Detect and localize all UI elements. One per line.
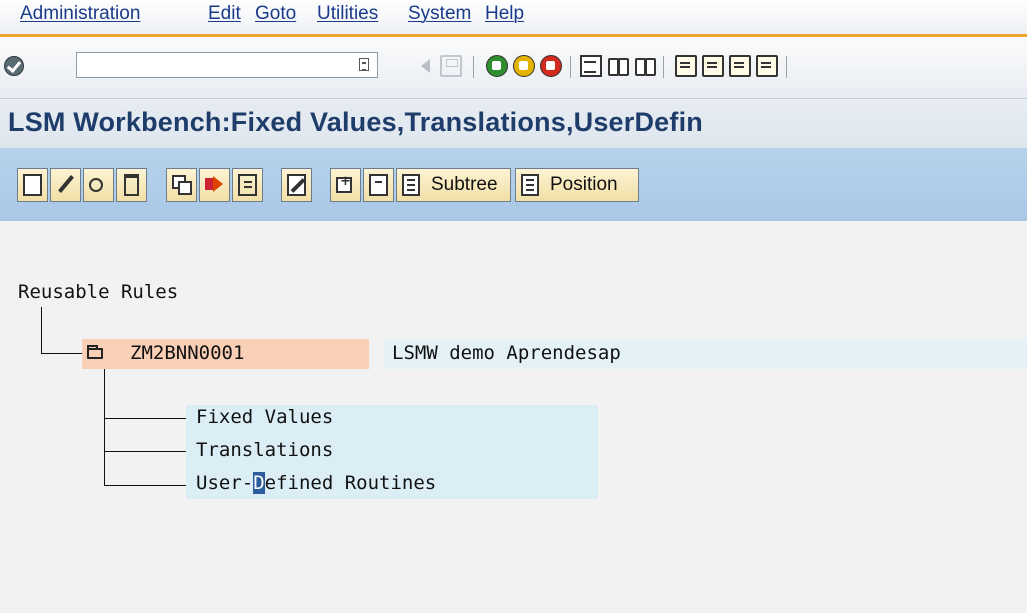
- create-icon: [23, 174, 42, 196]
- tree-area: Reusable Rules ZM2BNN0001 LSMW demo Apre…: [0, 221, 1027, 613]
- tree-item-user-defined-routines[interactable]: User-Defined Routines: [196, 472, 436, 494]
- change-button[interactable]: [50, 168, 81, 202]
- tree-node-id[interactable]: ZM2BNN0001: [130, 342, 244, 364]
- menu-bar: Administration Edit Goto Utilities Syste…: [0, 0, 1027, 34]
- system-toolbar: [0, 37, 1027, 98]
- toolbar-separator: [570, 56, 571, 78]
- toolbar-separator: [786, 56, 787, 78]
- move-button[interactable]: [199, 168, 230, 202]
- delete-button[interactable]: [116, 168, 147, 202]
- copy-icon: [172, 175, 192, 195]
- tree-item-fixed-values[interactable]: Fixed Values: [196, 406, 333, 428]
- first-page-icon[interactable]: [675, 55, 697, 77]
- cancel-icon[interactable]: [540, 55, 562, 77]
- expand-icon: [238, 174, 257, 196]
- tree-connector: [104, 485, 186, 486]
- next-page-icon[interactable]: [729, 55, 751, 77]
- print-icon[interactable]: [580, 55, 602, 77]
- delete-icon: [124, 174, 139, 196]
- position-label: Position: [550, 174, 618, 195]
- menu-edit[interactable]: Edit: [208, 3, 241, 25]
- tree-connector: [41, 307, 42, 354]
- command-history-icon[interactable]: [359, 58, 369, 71]
- enter-check-icon[interactable]: [4, 56, 24, 76]
- title-bar: LSM Workbench:Fixed Values,Translations,…: [0, 98, 1027, 149]
- toolbar-separator: [663, 56, 664, 78]
- menu-goto[interactable]: Goto: [255, 3, 296, 25]
- copy-button[interactable]: [166, 168, 197, 202]
- create-button[interactable]: [17, 168, 48, 202]
- expand-subtree-button[interactable]: [330, 168, 361, 202]
- tree-connector: [104, 369, 105, 486]
- tree-connector: [104, 451, 186, 452]
- tree-node-description[interactable]: LSMW demo Aprendesap: [392, 342, 621, 364]
- command-field[interactable]: [76, 52, 378, 78]
- find-icon[interactable]: [607, 55, 629, 77]
- find-next-icon[interactable]: [634, 55, 656, 77]
- subtree-icon: [402, 174, 420, 196]
- page-title: LSM Workbench:Fixed Values,Translations,…: [8, 107, 703, 137]
- collapse-subtree-icon: [369, 174, 388, 196]
- expand-subtree-icon: [336, 174, 352, 193]
- display-button[interactable]: [83, 168, 114, 202]
- user-defined-suffix: efined Routines: [264, 472, 437, 494]
- exit-icon[interactable]: [513, 55, 535, 77]
- edit-button[interactable]: [281, 168, 312, 202]
- subtree-label: Subtree: [431, 174, 498, 195]
- move-icon: [205, 174, 225, 196]
- position-button[interactable]: Position: [515, 168, 639, 202]
- collapse-subtree-button[interactable]: [363, 168, 394, 202]
- expand-button[interactable]: [232, 168, 263, 202]
- menu-administration[interactable]: Administration: [20, 3, 140, 25]
- menu-help[interactable]: Help: [485, 3, 524, 25]
- text-cursor: D: [253, 472, 265, 494]
- toolbar-separator: [473, 56, 474, 78]
- back-icon[interactable]: [486, 55, 508, 77]
- tree-connector: [41, 353, 84, 354]
- menu-system[interactable]: System: [408, 3, 471, 25]
- display-icon: [89, 178, 103, 192]
- last-page-icon[interactable]: [756, 55, 778, 77]
- back-arrow-icon[interactable]: [421, 59, 430, 73]
- position-icon: [521, 174, 539, 196]
- save-icon[interactable]: [440, 55, 462, 77]
- tree-connector: [104, 418, 186, 419]
- subtree-button[interactable]: Subtree: [396, 168, 511, 202]
- menu-utilities[interactable]: Utilities: [317, 3, 378, 25]
- tree-item-translations[interactable]: Translations: [196, 439, 333, 461]
- edit-icon: [287, 174, 306, 196]
- change-icon: [56, 174, 75, 196]
- application-toolbar: Subtree Position: [0, 148, 1027, 221]
- tree-root-label[interactable]: Reusable Rules: [18, 281, 178, 303]
- user-defined-prefix: User-: [196, 472, 254, 494]
- folder-icon[interactable]: [87, 345, 103, 359]
- previous-page-icon[interactable]: [702, 55, 724, 77]
